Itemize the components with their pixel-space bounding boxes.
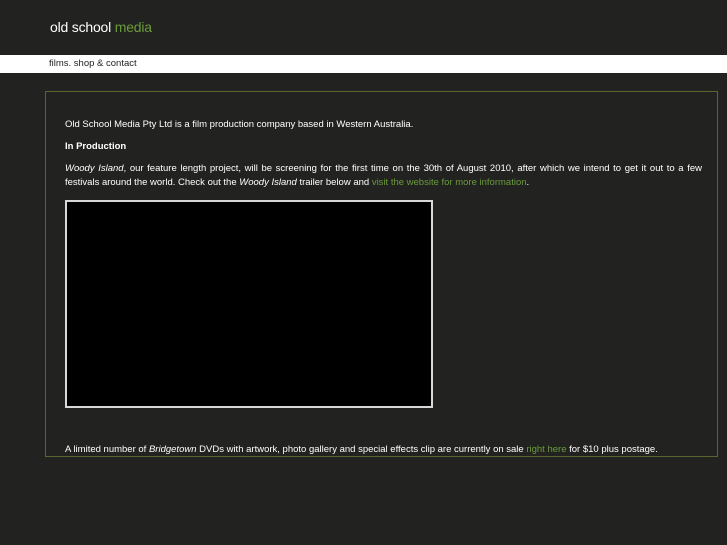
nav-bar: films. shop & contact (0, 55, 727, 73)
buy-dvd-link[interactable]: right here (526, 444, 566, 455)
website-link[interactable]: visit the website for more information (372, 177, 527, 188)
main-content-box: Old School Media Pty Ltd is a film produ… (45, 91, 718, 457)
dvd-sale-paragraph: A limited number of Bridgetown DVDs with… (65, 443, 658, 457)
trailer-video-player[interactable] (65, 200, 433, 408)
dvd-film-title: Bridgetown (148, 444, 197, 455)
production-text-end: . (526, 177, 530, 188)
logo-text-old-school: old school (50, 19, 112, 35)
site-logo[interactable]: old school media (50, 19, 152, 35)
dvd-text-1: A limited number of (65, 444, 149, 455)
dvd-text-2: DVDs with artwork, photo gallery and spe… (196, 444, 527, 455)
film-title: Woody Island (65, 163, 124, 174)
production-text-2: trailer below and (296, 177, 372, 188)
production-paragraph: Woody Island, our feature length project… (65, 162, 702, 190)
film-title-2: Woody Island (239, 177, 297, 188)
intro-paragraph: Old School Media Pty Ltd is a film produ… (65, 119, 414, 130)
nav-links[interactable]: films. shop & contact (49, 55, 137, 73)
logo-text-media: media (114, 19, 152, 35)
dvd-text-3: for $10 plus postage. (566, 444, 658, 455)
site-header: old school media (0, 0, 727, 55)
section-heading: In Production (65, 141, 127, 152)
